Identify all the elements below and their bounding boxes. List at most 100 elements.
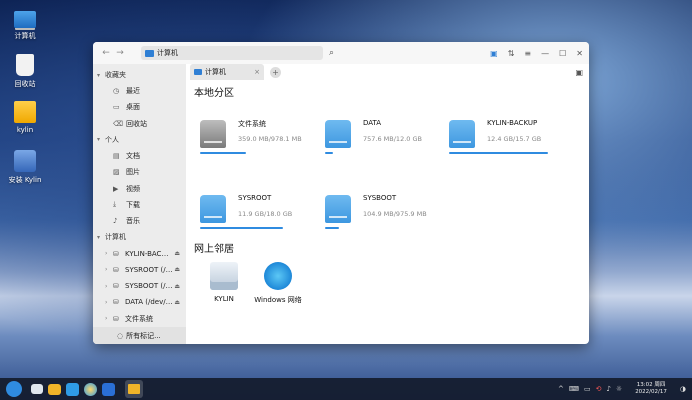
sidebar-item-label: 图片: [126, 168, 140, 177]
tab-computer[interactable]: 计算机 ×: [190, 64, 264, 80]
location-bar[interactable]: 计算机: [141, 46, 323, 60]
sidebar-item-sysroot[interactable]: › ⛁ SYSROOT (/… ⏏: [93, 262, 186, 278]
picture-icon: ▨: [113, 168, 120, 177]
eject-icon[interactable]: ⏏: [174, 250, 180, 257]
update-icon[interactable]: ⟲: [596, 385, 602, 393]
sort-button[interactable]: ⇅: [508, 49, 515, 58]
section-title: 收藏夹: [105, 71, 126, 79]
sidebar-item-desktop[interactable]: ▭ 桌面: [93, 99, 186, 115]
menu-button[interactable]: ≡: [524, 49, 531, 58]
desktop-icon-computer[interactable]: 计算机: [4, 8, 46, 41]
section-title: 计算机: [105, 233, 126, 242]
location-text: 计算机: [157, 49, 178, 57]
drive-kylin-backup[interactable]: KYLIN-BACKUP 12.4 GB/15.7 GB: [449, 112, 574, 154]
eject-icon[interactable]: ⏏: [174, 299, 180, 306]
network-globe-icon: [264, 262, 292, 290]
hard-drive-icon: [325, 195, 351, 223]
drive-size: 757.6 MB/12.0 GB: [363, 135, 422, 143]
close-tab-icon[interactable]: ×: [254, 68, 260, 76]
sidebar-item-downloads[interactable]: ⤓ 下载: [93, 197, 186, 213]
sidebar-item-kylin-backup[interactable]: › ⛁ KYLIN-BAC… ⏏: [93, 245, 186, 261]
file-manager-icon[interactable]: [48, 383, 61, 395]
eject-icon[interactable]: ⏏: [174, 283, 180, 290]
video-icon: ▶: [113, 184, 119, 193]
sidebar-section-computer[interactable]: ▾ 计算机: [93, 229, 186, 245]
volume-icon[interactable]: ♪: [606, 385, 610, 393]
keyboard-icon[interactable]: ⌨: [569, 385, 579, 393]
network-item-windows[interactable]: Windows 网络: [250, 262, 306, 305]
sidebar-item-label: 音乐: [126, 217, 140, 226]
main-content: 计算机 × + ▣ 本地分区 文件系统 359.0 MB/978.1 MB DA…: [190, 64, 589, 344]
eject-icon[interactable]: ⏏: [174, 266, 180, 273]
sidebar-section-favorites[interactable]: ▾ 收藏夹: [93, 67, 186, 83]
sidebar-item-sysboot[interactable]: › ⛁ SYSBOOT (/… ⏏: [93, 278, 186, 294]
sidebar-item-data[interactable]: › ⛁ DATA (/dev/… ⏏: [93, 294, 186, 310]
preview-pane-button[interactable]: ▣: [575, 68, 583, 77]
close-button[interactable]: ✕: [576, 49, 583, 58]
sidebar-item-label: 最近: [126, 87, 140, 96]
drive-icon: ⛁: [113, 314, 119, 323]
add-tab-button[interactable]: +: [270, 66, 281, 78]
sidebar-item-documents[interactable]: ▤ 文档: [93, 148, 186, 164]
desktop-icon-kylin[interactable]: kylin: [4, 101, 46, 134]
drive-data[interactable]: DATA 757.6 MB/12.0 GB: [325, 112, 450, 154]
clock[interactable]: 13:02 周四 2022/02/17: [635, 382, 667, 396]
brightness-icon[interactable]: ☼: [616, 385, 622, 393]
maximize-button[interactable]: ☐: [559, 49, 566, 58]
drive-size: 104.9 MB/975.9 MB: [363, 210, 427, 218]
document-icon: ▤: [113, 152, 120, 161]
hard-drive-icon: [200, 120, 226, 148]
sidebar-item-music[interactable]: ♪ 音乐: [93, 213, 186, 229]
sidebar-item-label: KYLIN-BAC…: [125, 249, 169, 258]
search-button[interactable]: ⌕: [329, 48, 334, 58]
hard-drive-icon: [325, 120, 351, 148]
music-icon: ♪: [113, 217, 118, 226]
desktop-icon-label: 回收站: [14, 80, 36, 88]
network-item-kylin[interactable]: KYLIN: [196, 262, 252, 303]
sidebar-item-filesystem[interactable]: › ⛁ 文件系统: [93, 311, 186, 327]
section-title: 个人: [105, 135, 119, 144]
sidebar-all-tags[interactable]: ◌ 所有标记...: [93, 326, 186, 344]
file-manager-active-icon[interactable]: [125, 380, 143, 398]
sidebar-section-personal[interactable]: ▾ 个人: [93, 132, 186, 148]
window-switch-icon[interactable]: [31, 384, 43, 394]
browser-icon[interactable]: [84, 382, 97, 396]
drive-name: DATA: [363, 119, 382, 127]
clock-icon: ◷: [113, 87, 120, 96]
desktop-icon-install[interactable]: 安装 Kylin: [4, 150, 46, 185]
minimize-button[interactable]: —: [541, 49, 549, 58]
back-button[interactable]: ←: [99, 48, 113, 58]
desktop-icon-label: 安装 Kylin: [8, 176, 42, 184]
titlebar: ← → 计算机 ⌕ ▣ ⇅ ≡ — ☐ ✕: [93, 42, 589, 64]
network-tray-icon[interactable]: ▭: [584, 385, 591, 393]
sidebar-item-label: SYSROOT (/…: [125, 265, 173, 274]
drive-icon: ⛁: [113, 282, 119, 291]
network-title: 网上邻居: [194, 244, 234, 255]
tab-bar: 计算机 × + ▣: [190, 64, 589, 80]
notification-icon[interactable]: ◑: [680, 385, 686, 393]
start-menu-icon[interactable]: [6, 381, 22, 397]
drive-sysboot[interactable]: SYSBOOT 104.9 MB/975.9 MB: [325, 187, 450, 229]
drive-usage-bar: [449, 152, 548, 154]
wps-icon[interactable]: [102, 382, 115, 396]
sidebar-item-recent[interactable]: ◷ 最近: [93, 83, 186, 99]
drive-usage-bar: [325, 152, 333, 154]
tray-expand-icon[interactable]: ^: [558, 385, 564, 393]
sidebar-item-videos[interactable]: ▶ 视频: [93, 180, 186, 196]
sidebar-item-pictures[interactable]: ▨ 图片: [93, 164, 186, 180]
chevron-down-icon: ▾: [97, 136, 101, 144]
app-store-icon[interactable]: [66, 382, 79, 396]
drive-filesystem[interactable]: 文件系统 359.0 MB/978.1 MB: [200, 112, 325, 154]
taskbar: ^ ⌨ ▭ ⟲ ♪ ☼ 13:02 周四 2022/02/17 ◑: [0, 378, 692, 400]
desktop-icon-trash[interactable]: 回收站: [4, 54, 46, 89]
sidebar-item-trash[interactable]: ⌫ 回收站: [93, 116, 186, 132]
trash-icon: ⌫: [113, 119, 123, 128]
network-item-label: Windows 网络: [254, 296, 302, 304]
installer-icon: [14, 150, 36, 172]
view-mode-button[interactable]: ▣: [490, 49, 498, 58]
drive-sysroot[interactable]: SYSROOT 11.9 GB/18.0 GB: [200, 187, 325, 229]
drive-name: KYLIN-BACKUP: [487, 119, 538, 127]
drive-size: 12.4 GB/15.7 GB: [487, 135, 542, 143]
forward-button[interactable]: →: [113, 48, 127, 58]
drive-icon: ⛁: [113, 298, 119, 307]
